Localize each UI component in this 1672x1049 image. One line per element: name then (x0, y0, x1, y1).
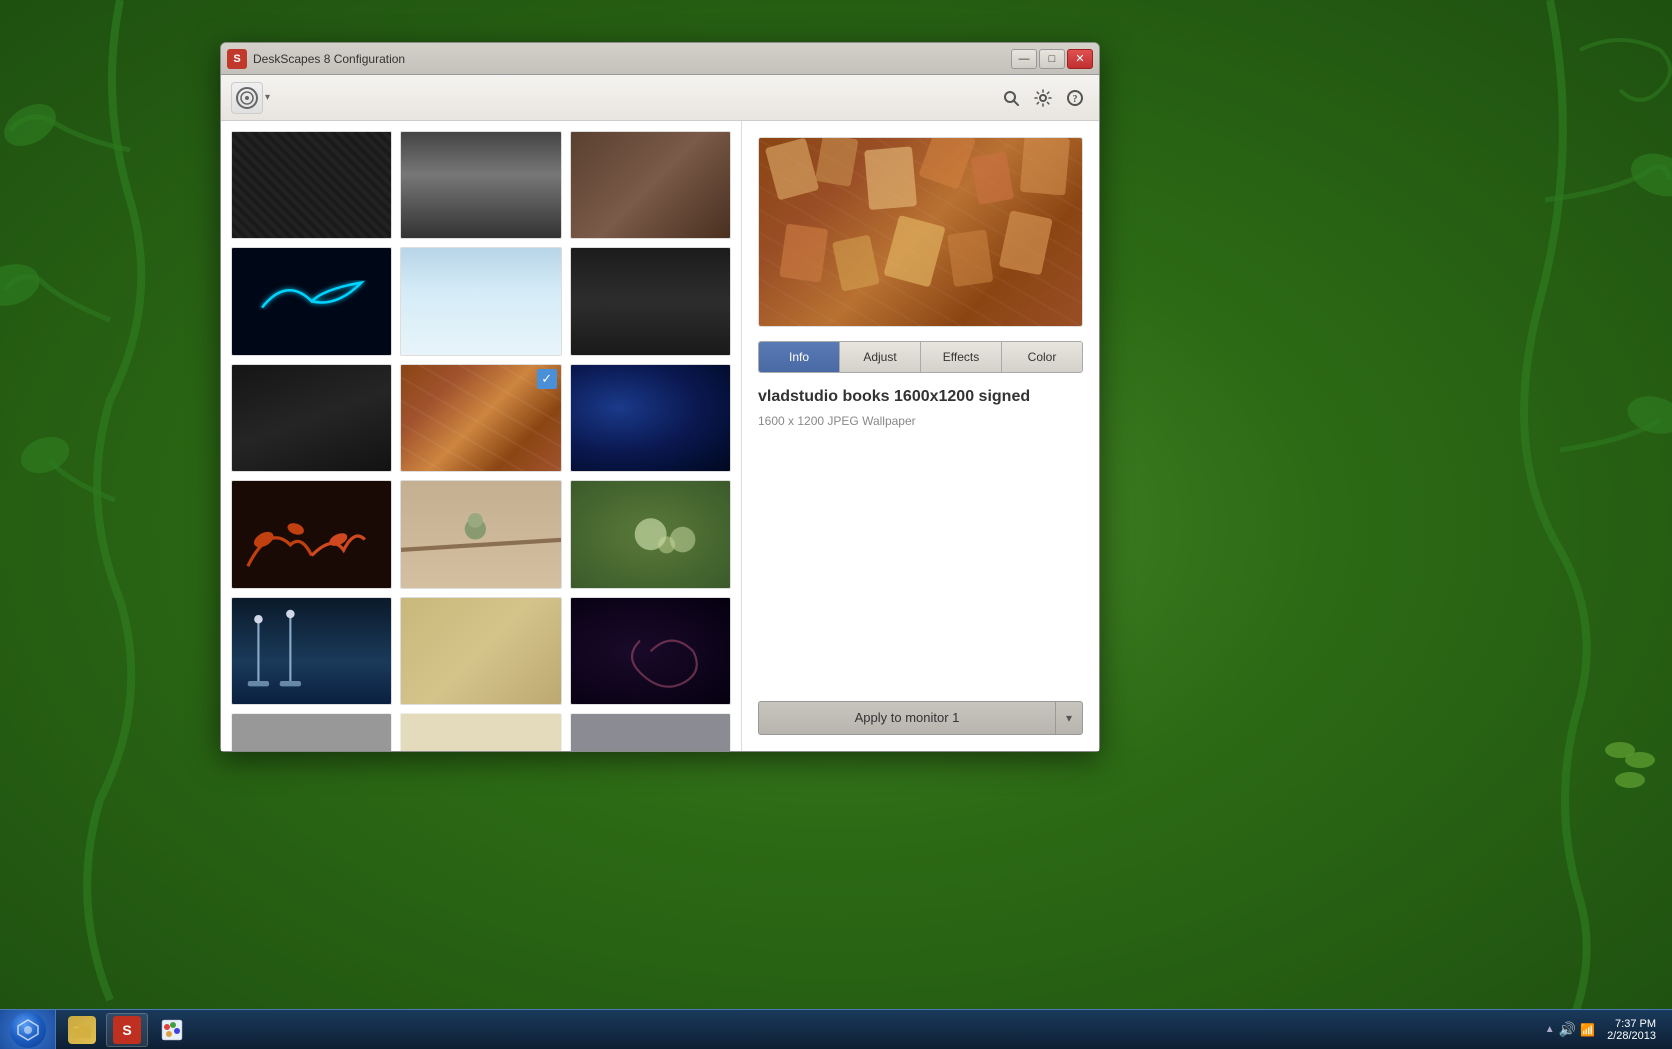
wallpaper-grid (221, 121, 741, 751)
wallpaper-item[interactable] (570, 480, 731, 588)
apply-to-monitor-button[interactable]: Apply to monitor 1 (758, 701, 1055, 735)
app-icon: S (227, 49, 247, 69)
tab-effects[interactable]: Effects (921, 342, 1002, 372)
wallpaper-item[interactable] (400, 247, 561, 355)
content-area: Info Adjust Effects Color vladstudio boo… (221, 121, 1099, 751)
taskbar-item-paint[interactable] (152, 1013, 192, 1047)
taskbar-item-deskscapes[interactable]: S (106, 1013, 148, 1047)
apply-dropdown-button[interactable]: ▾ (1055, 701, 1083, 735)
network-icon[interactable]: 📶 (1580, 1023, 1595, 1037)
help-button[interactable]: ? (1061, 84, 1089, 112)
wallpaper-item[interactable] (570, 597, 731, 705)
taskbar-tray: ▲ 🔊 📶 7:37 PM 2/28/2013 (1533, 1010, 1672, 1049)
wallpaper-item[interactable] (231, 247, 392, 355)
preview-image (758, 137, 1083, 327)
wallpaper-item[interactable] (231, 713, 392, 751)
tab-bar: Info Adjust Effects Color (758, 341, 1083, 373)
search-button[interactable] (997, 84, 1025, 112)
deskscapes-icon: S (113, 1016, 141, 1044)
title-bar-buttons: — □ ✕ (1011, 49, 1093, 69)
paint-icon (158, 1016, 186, 1044)
close-button[interactable]: ✕ (1067, 49, 1093, 69)
apply-button-container: Apply to monitor 1 ▾ (758, 685, 1083, 735)
tray-icons: ▲ 🔊 📶 (1541, 1021, 1599, 1038)
wallpaper-item[interactable] (400, 131, 561, 239)
tab-color[interactable]: Color (1002, 342, 1082, 372)
minimize-button[interactable]: — (1011, 49, 1037, 69)
clock[interactable]: 7:37 PM 2/28/2013 (1599, 1018, 1664, 1042)
tray-arrow[interactable]: ▲ (1545, 1024, 1555, 1035)
wallpaper-item[interactable] (231, 131, 392, 239)
svg-text:?: ? (1073, 94, 1078, 105)
toolbar: ▾ ? (221, 75, 1099, 121)
app-window: S DeskScapes 8 Configuration — □ ✕ ▾ (220, 42, 1100, 752)
wallpaper-item[interactable] (570, 247, 731, 355)
tab-adjust[interactable]: Adjust (840, 342, 921, 372)
wallpaper-subtitle: 1600 x 1200 JPEG Wallpaper (758, 414, 1083, 428)
taskbar-item-filemanager[interactable] (62, 1013, 102, 1047)
start-orb (10, 1012, 46, 1048)
start-button[interactable] (0, 1010, 56, 1049)
menu-dropdown-arrow[interactable]: ▾ (265, 92, 270, 103)
settings-button[interactable] (1029, 84, 1057, 112)
wallpaper-item-selected[interactable] (400, 364, 561, 472)
title-bar: S DeskScapes 8 Configuration — □ ✕ (221, 43, 1099, 75)
wallpaper-item[interactable] (400, 713, 561, 751)
wallpaper-item[interactable] (400, 480, 561, 588)
detail-panel: Info Adjust Effects Color vladstudio boo… (741, 121, 1099, 751)
wallpaper-title: vladstudio books 1600x1200 signed (758, 387, 1083, 408)
tab-info[interactable]: Info (759, 342, 840, 372)
file-manager-icon (68, 1016, 96, 1044)
taskbar-items: S (56, 1010, 1533, 1049)
maximize-button[interactable]: □ (1039, 49, 1065, 69)
wallpaper-item[interactable] (231, 480, 392, 588)
logo-icon (236, 87, 258, 109)
wallpaper-item[interactable] (231, 597, 392, 705)
volume-icon[interactable]: 🔊 (1559, 1021, 1576, 1038)
wallpaper-item[interactable] (570, 364, 731, 472)
wallpaper-item[interactable] (231, 364, 392, 472)
menu-button[interactable] (231, 82, 263, 114)
clock-date: 2/28/2013 (1607, 1030, 1656, 1042)
wallpaper-item[interactable] (570, 131, 731, 239)
clock-time: 7:37 PM (1615, 1018, 1656, 1030)
wallpaper-item[interactable] (400, 597, 561, 705)
window-title: DeskScapes 8 Configuration (253, 52, 1011, 66)
wallpaper-item[interactable] (570, 713, 731, 751)
taskbar: S ▲ 🔊 📶 (0, 1009, 1672, 1049)
desktop: S DeskScapes 8 Configuration — □ ✕ ▾ (0, 0, 1672, 1049)
